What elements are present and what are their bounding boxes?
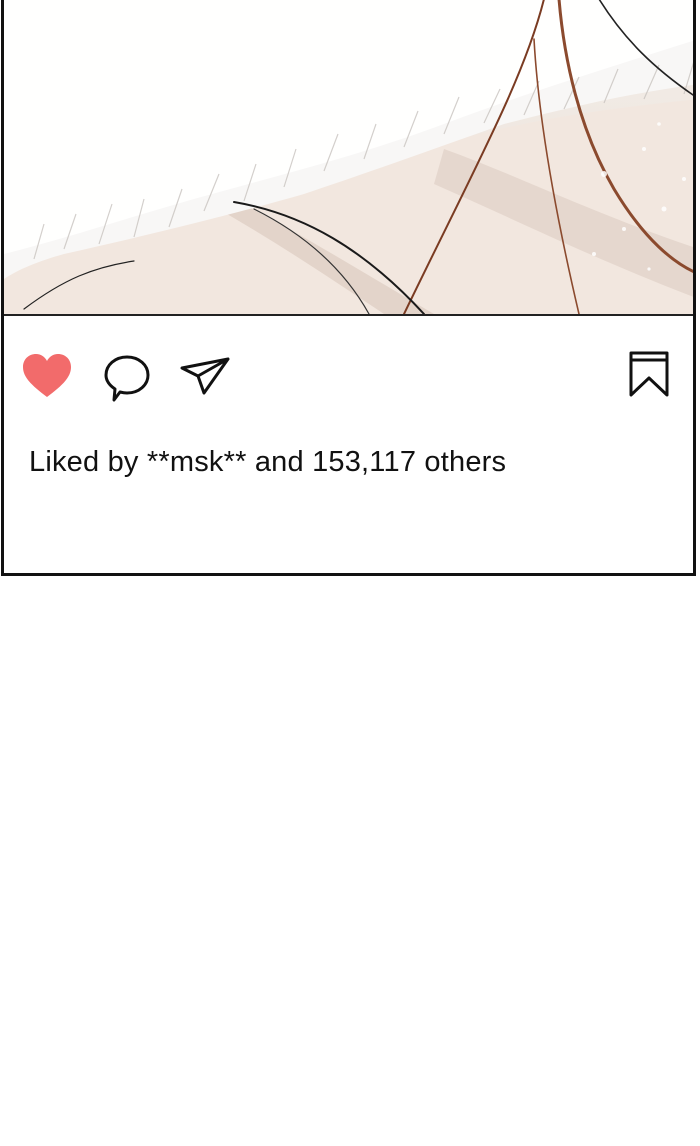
heart-icon[interactable] xyxy=(21,353,73,399)
post-image[interactable] xyxy=(4,0,693,316)
post-actions-bar xyxy=(4,349,693,409)
likes-count-text: Liked by **msk** and 153,117 others xyxy=(29,446,507,478)
paper-plane-icon[interactable] xyxy=(179,356,231,396)
speech-bubble-icon[interactable] xyxy=(102,354,152,404)
bookmark-icon[interactable] xyxy=(628,350,670,398)
post-card: Liked by **msk** and 153,117 others xyxy=(1,0,696,576)
